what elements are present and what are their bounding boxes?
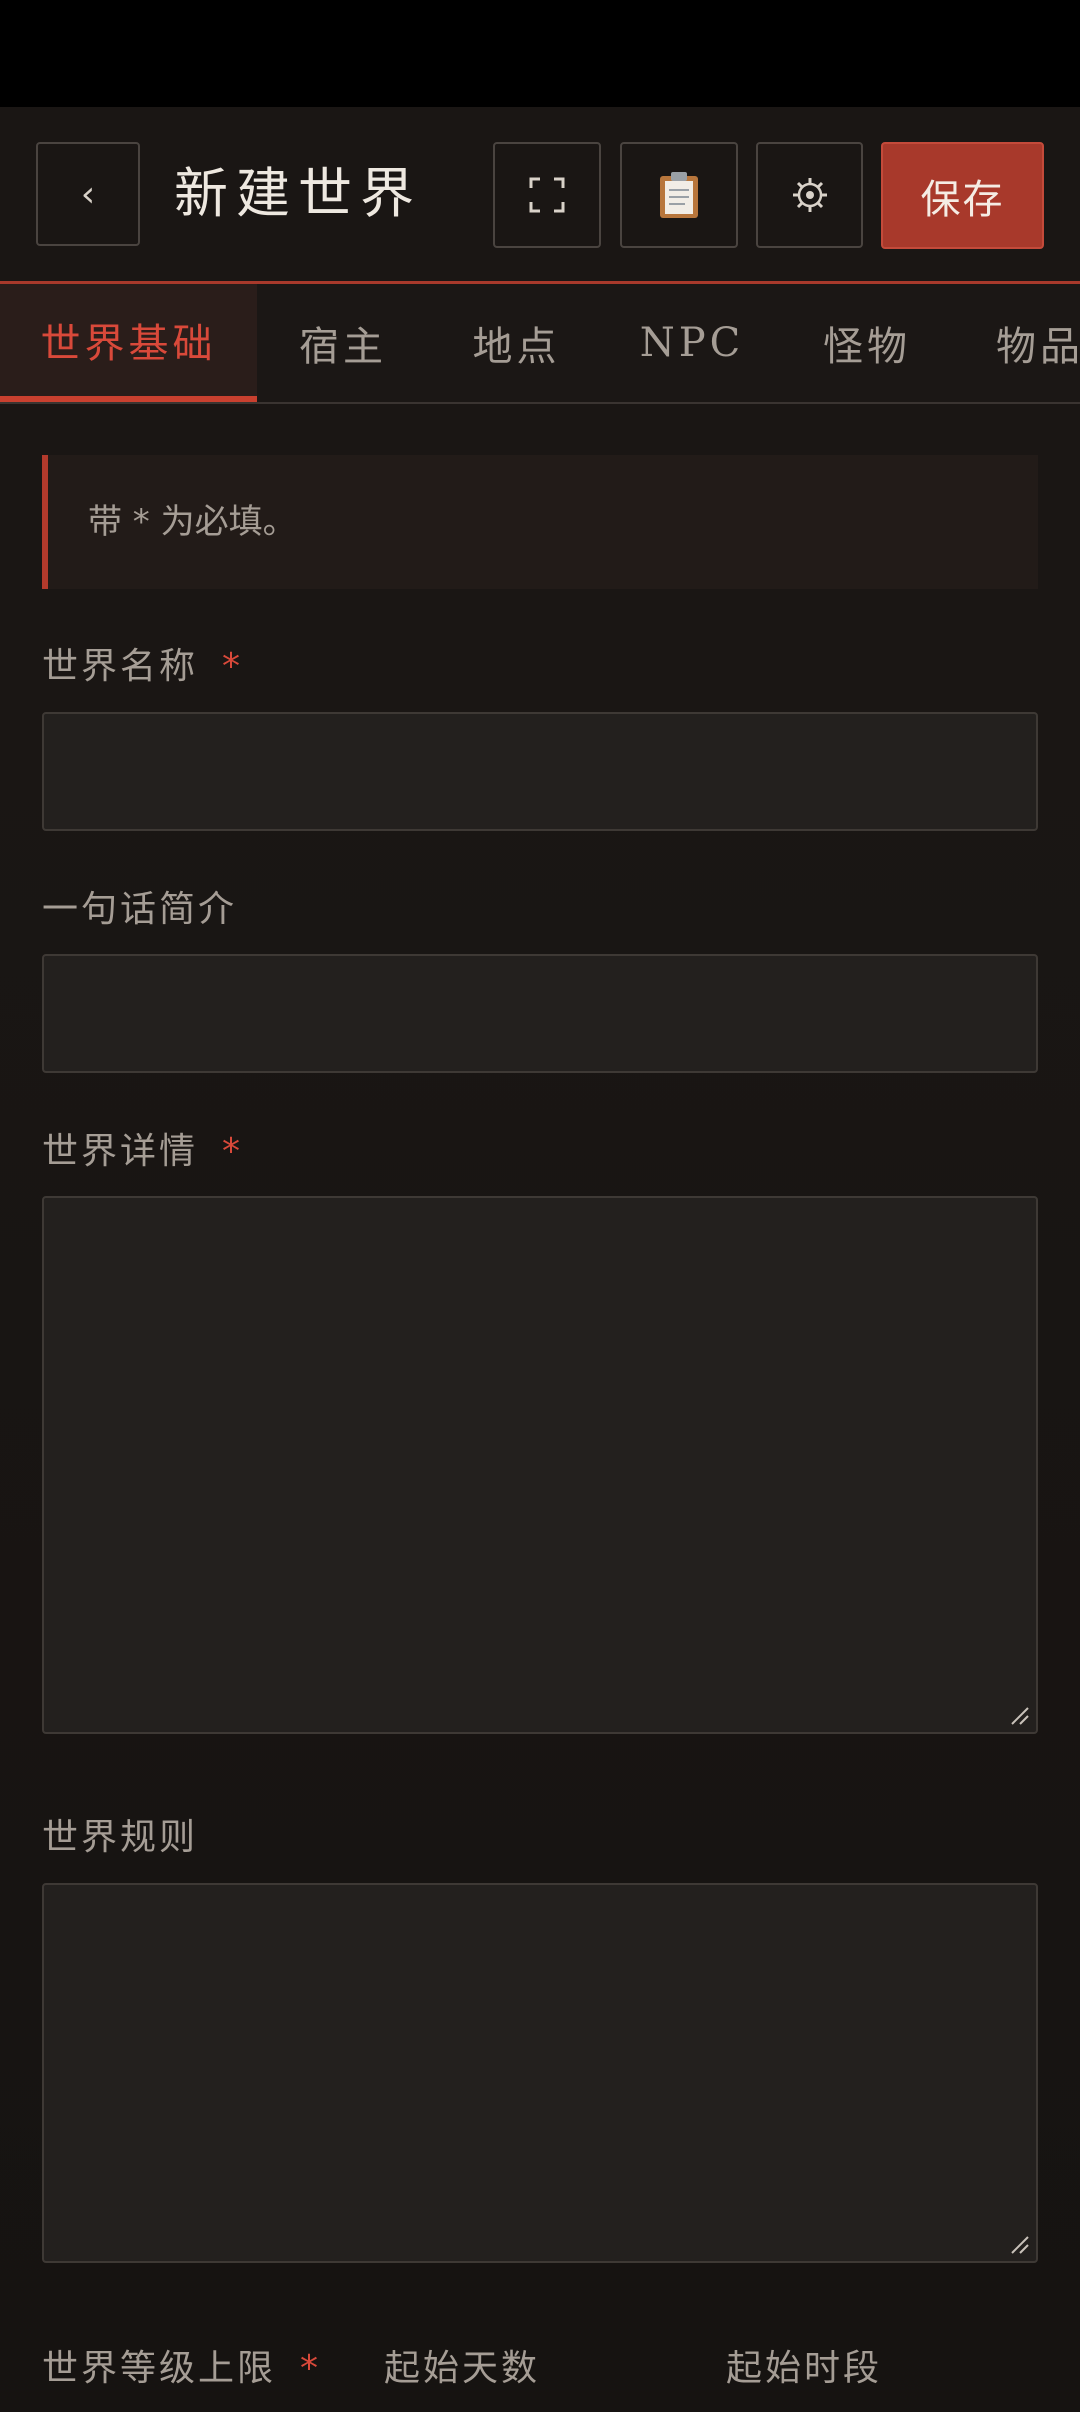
settings-button[interactable] (756, 142, 863, 248)
resize-handle-icon[interactable] (1008, 1704, 1030, 1726)
tagline-label: 一句话简介 (42, 889, 238, 930)
save-button[interactable]: 保存 (881, 142, 1044, 249)
level-cap-label: 世界等级上限 * (42, 2339, 321, 2391)
tagline-input[interactable] (42, 954, 1038, 1073)
world-name-input[interactable] (42, 712, 1038, 831)
header: ‹ 新建世界 保存 (0, 107, 1080, 281)
required-mark: * (222, 1131, 244, 1172)
tab-npc[interactable]: NPC (604, 284, 780, 402)
clipboard-button[interactable] (620, 142, 738, 248)
resize-handle-icon[interactable] (1008, 2233, 1030, 2255)
tab-bar: 世界基础 宿主 地点 NPC 怪物 物品 (0, 281, 1080, 404)
world-name-label: 世界名称 * (42, 637, 243, 689)
fullscreen-icon (529, 177, 565, 213)
world-details-label-text: 世界详情 (42, 1131, 199, 1172)
start-period-label: 起始时段 (726, 2348, 883, 2389)
world-details-textarea[interactable] (42, 1196, 1038, 1734)
back-button[interactable]: ‹ (36, 142, 140, 246)
required-notice: 带 * 为必填。 (42, 455, 1038, 589)
tab-locations[interactable]: 地点 (429, 284, 604, 402)
start-day-label: 起始天数 (384, 2348, 541, 2389)
fullscreen-button[interactable] (493, 142, 601, 248)
required-mark: * (300, 2348, 322, 2389)
gear-icon (792, 178, 827, 212)
clipboard-icon (660, 172, 698, 218)
level-cap-label-text: 世界等级上限 (42, 2348, 277, 2389)
status-bar (0, 0, 1080, 107)
required-mark: * (222, 646, 244, 687)
tab-world-basics[interactable]: 世界基础 (0, 284, 257, 402)
tab-items[interactable]: 物品 (954, 284, 1080, 402)
tab-monsters[interactable]: 怪物 (780, 284, 954, 402)
back-icon: ‹ (80, 173, 96, 215)
world-name-label-text: 世界名称 (42, 646, 199, 687)
world-rules-label: 世界规则 (42, 1817, 199, 1858)
world-rules-textarea[interactable] (42, 1883, 1038, 2263)
world-details-label: 世界详情 * (42, 1122, 243, 1174)
tab-host[interactable]: 宿主 (257, 284, 429, 402)
app-screen: ‹ 新建世界 保存 世界基础 宿主 地点 NPC 怪物 物品 带 * 为必填。 … (0, 107, 1080, 2412)
page-title: 新建世界 (174, 162, 422, 225)
